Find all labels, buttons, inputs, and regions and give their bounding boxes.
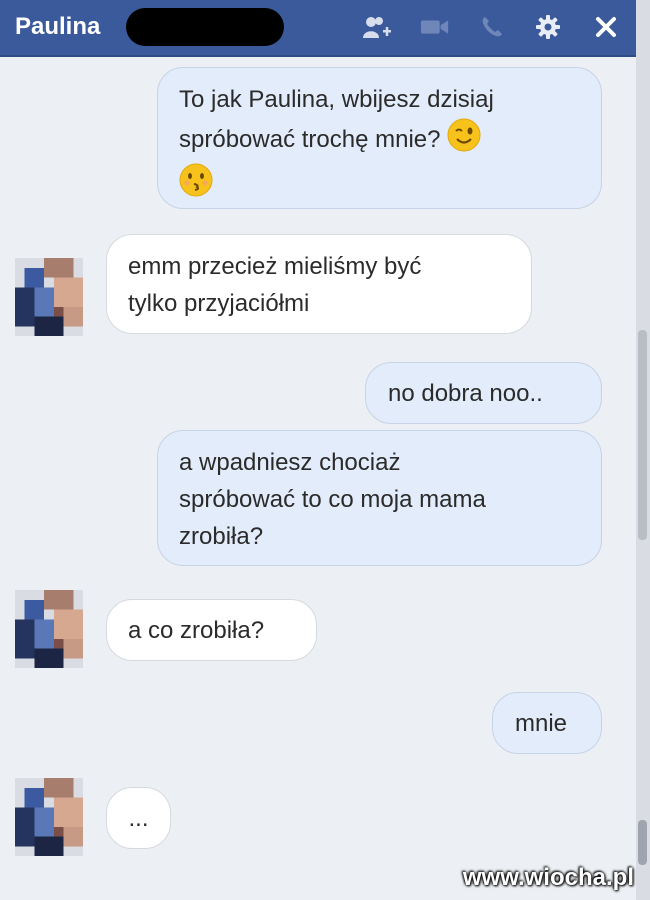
message-bubble-outgoing[interactable]: no dobra noo.. bbox=[365, 362, 602, 424]
avatar[interactable] bbox=[14, 590, 84, 668]
message-line: zrobiła? bbox=[179, 523, 264, 550]
message-line: no dobra noo.. bbox=[388, 380, 543, 407]
scrollbar-thumb[interactable] bbox=[638, 820, 647, 865]
message-bubble-outgoing[interactable]: mnie bbox=[492, 692, 602, 754]
message-line: emm przecież mieliśmy być bbox=[128, 253, 422, 280]
redacted-surname bbox=[126, 8, 284, 46]
message-line-text: spróbować trochę mnie? bbox=[179, 125, 441, 153]
chat-scrollbar[interactable] bbox=[636, 0, 650, 900]
chat-header: Paulina bbox=[0, 0, 636, 57]
kissing-emoji-icon bbox=[179, 163, 213, 208]
message-line bbox=[179, 163, 581, 200]
message-line: spróbować to co moja mama bbox=[179, 486, 486, 513]
avatar[interactable] bbox=[14, 778, 84, 856]
message-line: ... bbox=[128, 805, 149, 832]
message-bubble-outgoing[interactable]: a wpadniesz chociaż spróbować to co moja… bbox=[157, 430, 602, 566]
avatar[interactable] bbox=[14, 258, 84, 336]
message-bubble-outgoing[interactable]: To jak Paulina, wbijesz dzisiaj spróbowa… bbox=[157, 67, 602, 209]
voice-call-icon[interactable] bbox=[477, 12, 507, 42]
wink-emoji-icon bbox=[447, 118, 481, 163]
message-bubble-incoming[interactable]: a co zrobiła? bbox=[106, 599, 317, 661]
video-call-icon[interactable] bbox=[420, 12, 450, 42]
message-bubble-incoming[interactable]: emm przecież mieliśmy być tylko przyjaci… bbox=[106, 234, 532, 334]
message-line: To jak Paulina, wbijesz dzisiaj bbox=[179, 86, 494, 113]
contact-name[interactable]: Paulina bbox=[15, 13, 100, 41]
message-line: spróbować trochę mnie? bbox=[179, 118, 581, 163]
close-icon[interactable] bbox=[591, 12, 621, 42]
gear-icon[interactable] bbox=[533, 12, 563, 42]
message-line: tylko przyjaciółmi bbox=[128, 290, 310, 317]
scrollbar-track-highlight[interactable] bbox=[638, 330, 647, 540]
message-line: mnie bbox=[515, 710, 568, 737]
add-friend-icon[interactable] bbox=[362, 12, 392, 42]
message-bubble-incoming[interactable]: ... bbox=[106, 787, 171, 849]
message-line: a wpadniesz chociaż bbox=[179, 449, 401, 476]
message-line: a co zrobiła? bbox=[128, 617, 265, 644]
watermark: www.wiocha.pl bbox=[462, 864, 634, 891]
